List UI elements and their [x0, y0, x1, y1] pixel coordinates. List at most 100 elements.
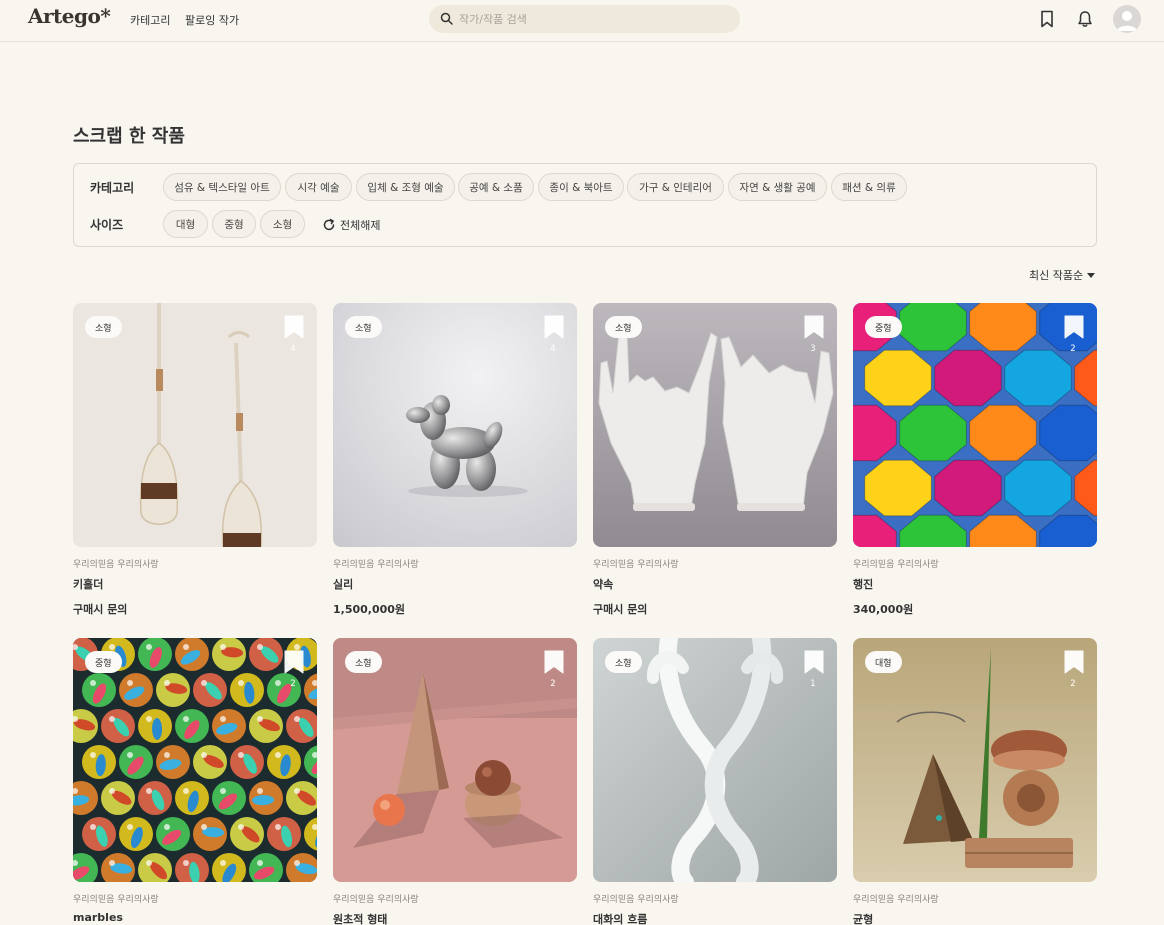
work-card[interactable]: 소형 4 우리의믿음 우리의사랑 실리 1,500,000원 — [333, 303, 577, 617]
work-title[interactable]: 키홀더 — [73, 576, 317, 592]
pinky-promise-artwork-image — [593, 303, 837, 547]
category-chip[interactable]: 패션 & 의류 — [831, 173, 907, 201]
search-bar[interactable] — [429, 5, 740, 33]
size-badge: 소형 — [345, 316, 382, 338]
artist-name[interactable]: 우리의믿음 우리의사랑 — [853, 557, 1097, 570]
bookmark-count: 2 — [290, 679, 296, 689]
category-filter-label: 카테고리 — [90, 181, 135, 195]
work-title[interactable]: 행진 — [853, 576, 1097, 592]
work-card[interactable]: 소형 3 우리의믿음 우리의사랑 약속 구매시 문의 — [593, 303, 837, 617]
work-card[interactable]: 중형 2 우리의믿음 우리의사랑 marbles — [73, 638, 317, 924]
sort-dropdown[interactable]: 최신 작품순 — [1029, 267, 1096, 283]
bookmark-count: 2 — [1070, 679, 1076, 689]
bookmark-count: 4 — [550, 344, 556, 354]
work-thumbnail[interactable]: 소형 1 — [593, 638, 837, 882]
work-price: 구매시 문의 — [73, 603, 128, 616]
bookmark-icon[interactable] — [1064, 650, 1084, 674]
size-badge: 소형 — [345, 651, 382, 673]
artist-name[interactable]: 우리의믿음 우리의사랑 — [333, 557, 577, 570]
work-thumbnail[interactable]: 중형 2 — [73, 638, 317, 882]
artist-name[interactable]: 우리의믿음 우리의사랑 — [593, 557, 837, 570]
bookmark-icon[interactable] — [544, 650, 564, 674]
size-badge: 소형 — [605, 316, 642, 338]
category-chip[interactable]: 입체 & 조형 예술 — [356, 173, 455, 201]
flow-sculpture-artwork-image — [593, 638, 837, 882]
work-thumbnail[interactable]: 대형 2 — [853, 638, 1097, 882]
artist-name[interactable]: 우리의믿음 우리의사랑 — [333, 892, 577, 905]
size-chip-small[interactable]: 소형 — [260, 210, 305, 238]
top-header: Artego* 카테고리 팔로잉 작가 — [0, 0, 1164, 42]
work-title[interactable]: 실리 — [333, 576, 577, 592]
work-thumbnail[interactable]: 중형 2 — [853, 303, 1097, 547]
work-card[interactable]: 소형 4 우리의믿음 우리의사랑 키홀더 구매시 문의 — [73, 303, 317, 617]
user-icon — [1117, 11, 1137, 31]
sort-label: 최신 작품순 — [1029, 269, 1084, 282]
bookmark-count: 2 — [1070, 344, 1076, 354]
refresh-icon — [323, 218, 335, 231]
size-badge: 중형 — [85, 651, 122, 673]
category-chip[interactable]: 섬유 & 텍스타일 아트 — [163, 173, 281, 201]
size-badge: 중형 — [865, 316, 902, 338]
nav-following-artists[interactable]: 팔로잉 작가 — [185, 12, 239, 28]
work-card[interactable]: 대형 2 우리의믿음 우리의사랑 균형 — [853, 638, 1097, 925]
paddle-artwork-image — [73, 303, 317, 547]
category-chip[interactable]: 종이 & 북아트 — [538, 173, 624, 201]
size-chip-medium[interactable]: 중형 — [212, 210, 256, 238]
artist-name[interactable]: 우리의믿음 우리의사랑 — [73, 892, 317, 905]
size-chip-large[interactable]: 대형 — [163, 210, 208, 238]
artist-name[interactable]: 우리의믿음 우리의사랑 — [593, 892, 837, 905]
logo[interactable]: Artego* — [28, 4, 111, 28]
reset-filters-button[interactable]: 전체해제 — [322, 216, 380, 234]
marbles-artwork-image — [73, 638, 317, 882]
size-badge: 소형 — [605, 651, 642, 673]
bookmark-icon[interactable] — [1064, 315, 1084, 339]
category-chip[interactable]: 시각 예술 — [285, 173, 352, 201]
bookmark-icon[interactable] — [284, 315, 304, 339]
bookmark-icon[interactable] — [804, 315, 824, 339]
work-card[interactable]: 소형 1 우리의믿음 우리의사랑 대화의 흐름 — [593, 638, 837, 925]
balance-artwork-image — [853, 638, 1097, 882]
category-chip[interactable]: 공예 & 소품 — [458, 173, 534, 201]
page-title: 스크랩 한 작품 — [73, 126, 185, 147]
nav-category[interactable]: 카테고리 — [130, 12, 170, 28]
size-badge: 대형 — [865, 651, 902, 673]
work-title[interactable]: 약속 — [593, 576, 837, 592]
bookmark-count: 4 — [290, 344, 296, 354]
work-thumbnail[interactable]: 소형 4 — [333, 303, 577, 547]
work-thumbnail[interactable]: 소형 4 — [73, 303, 317, 547]
work-title[interactable]: marbles — [73, 911, 317, 924]
artist-name[interactable]: 우리의믿음 우리의사랑 — [73, 557, 317, 570]
size-badge: 소형 — [85, 316, 122, 338]
work-thumbnail[interactable]: 소형 2 — [333, 638, 577, 882]
bookmark-icon[interactable] — [1037, 9, 1057, 29]
work-title[interactable]: 대화의 흐름 — [593, 911, 837, 925]
bookmark-icon[interactable] — [804, 650, 824, 674]
work-card[interactable]: 소형 2 우리의믿음 우리의사랑 원초적 형태 — [333, 638, 577, 925]
artist-name[interactable]: 우리의믿음 우리의사랑 — [853, 892, 1097, 905]
work-price: 1,500,000원 — [333, 603, 406, 616]
search-icon — [440, 12, 453, 25]
bookmark-count: 3 — [810, 344, 816, 354]
work-title[interactable]: 균형 — [853, 911, 1097, 925]
work-price: 구매시 문의 — [593, 603, 648, 616]
avatar[interactable] — [1113, 5, 1141, 33]
bookmark-icon[interactable] — [544, 315, 564, 339]
bookmark-icon[interactable] — [284, 650, 304, 674]
search-input[interactable] — [459, 10, 729, 28]
bookmark-count: 2 — [550, 679, 556, 689]
umbrellas-artwork-image — [853, 303, 1097, 547]
bell-icon[interactable] — [1075, 9, 1095, 29]
category-chip[interactable]: 자연 & 생활 공예 — [728, 173, 827, 201]
reset-filters-label: 전체해제 — [340, 219, 381, 232]
size-filter-label: 사이즈 — [90, 218, 124, 232]
work-card[interactable]: 중형 2 우리의믿음 우리의사랑 행진 340,000원 — [853, 303, 1097, 617]
caret-down-icon — [1087, 272, 1096, 278]
filter-panel: 카테고리 섬유 & 텍스타일 아트 시각 예술 입체 & 조형 예술 공예 & … — [73, 163, 1097, 247]
bookmark-count: 1 — [810, 679, 816, 689]
balloon-dog-artwork-image — [333, 303, 577, 547]
work-title[interactable]: 원초적 형태 — [333, 911, 577, 925]
category-chip[interactable]: 가구 & 인테리어 — [627, 173, 724, 201]
work-thumbnail[interactable]: 소형 3 — [593, 303, 837, 547]
primitive-forms-artwork-image — [333, 638, 577, 882]
work-price: 340,000원 — [853, 603, 914, 616]
